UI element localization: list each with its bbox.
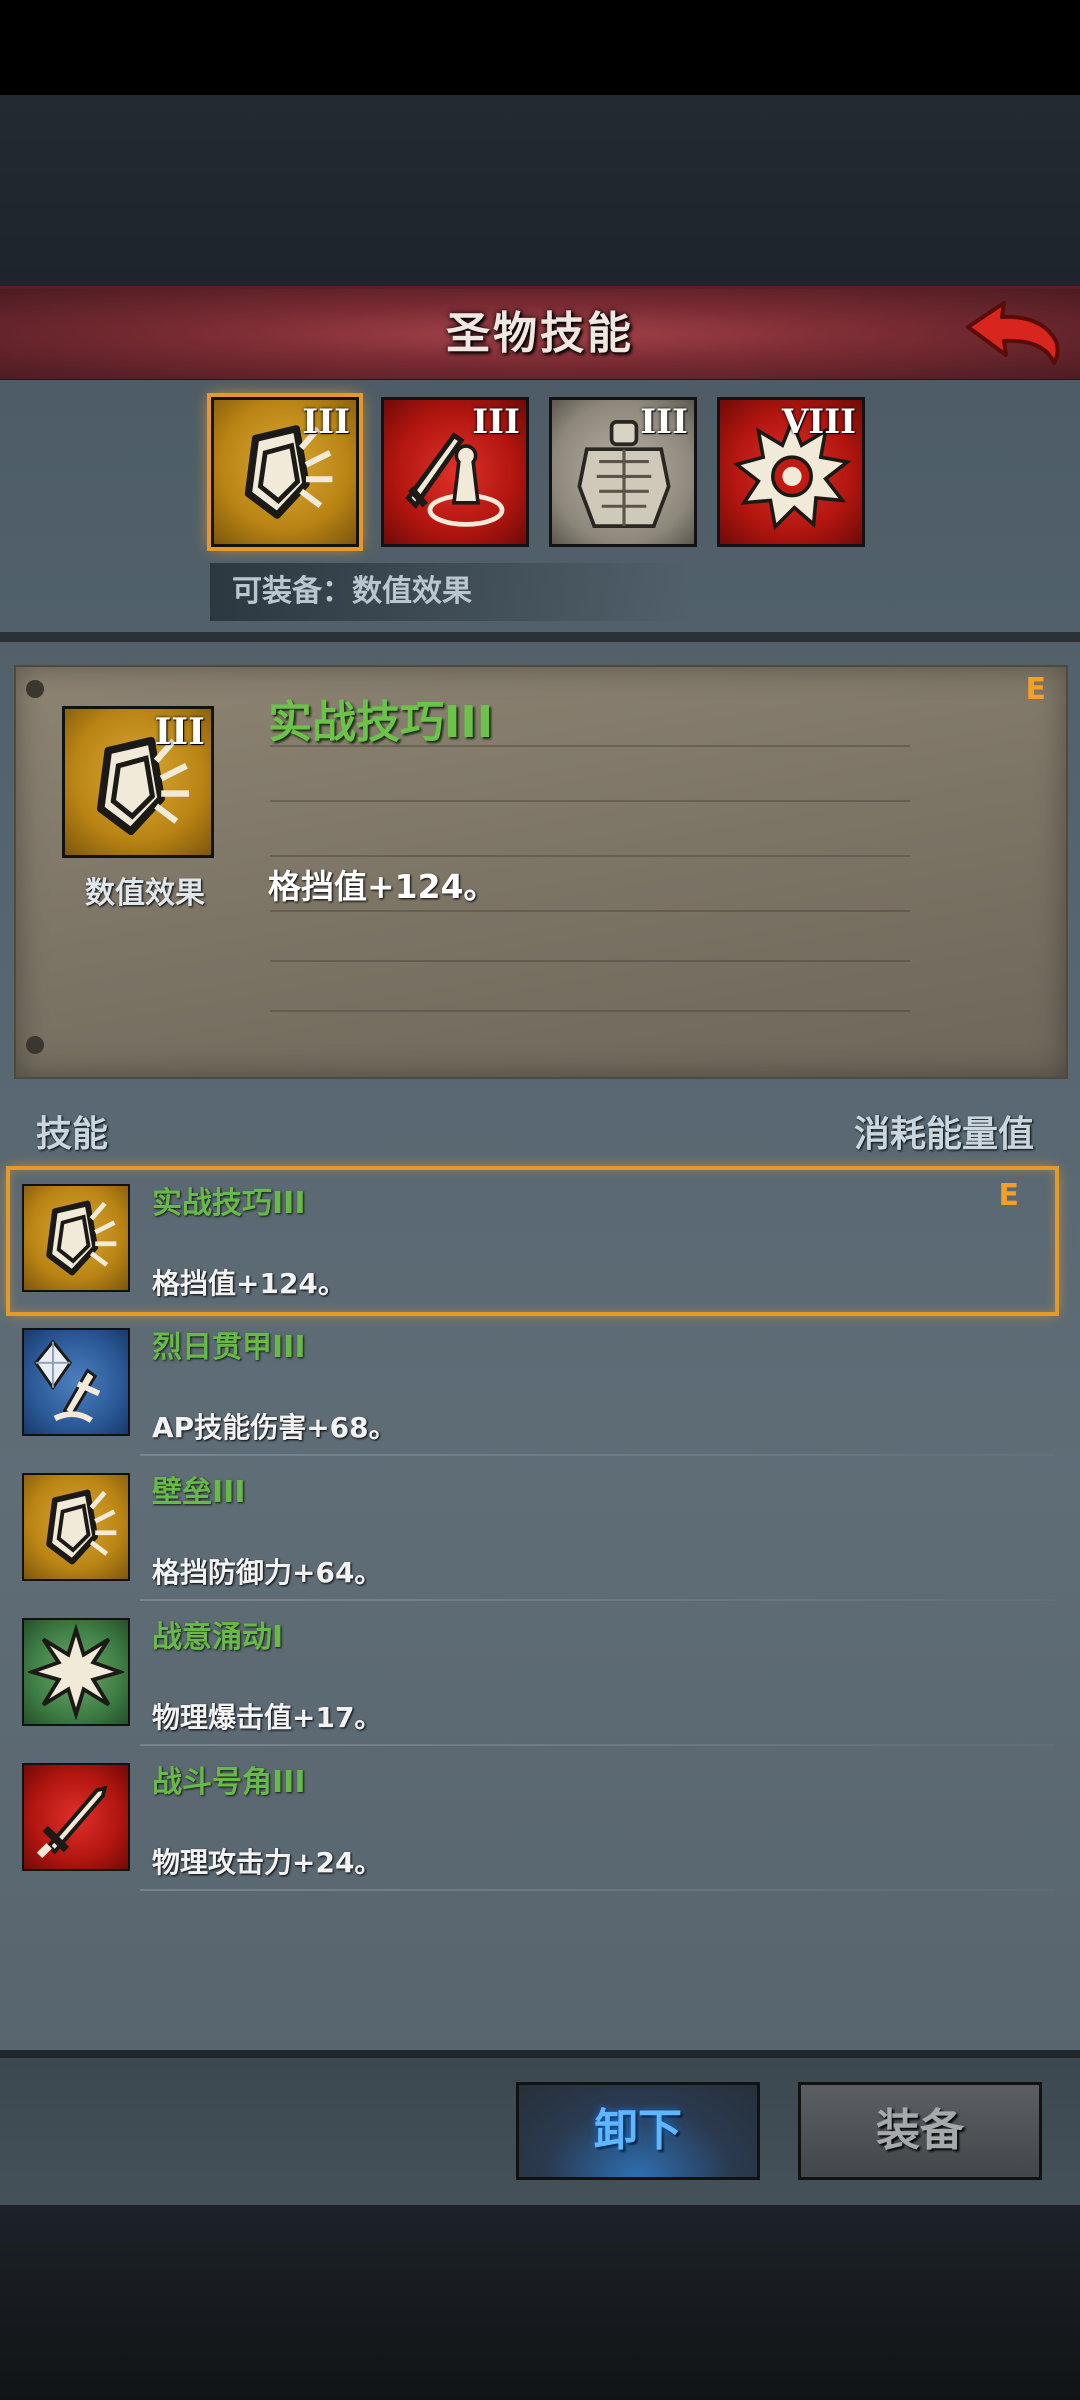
row-divider: [140, 1744, 1055, 1746]
row-divider: [140, 1454, 1055, 1456]
burst-star-icon: [28, 1624, 124, 1720]
skill-icon: [22, 1618, 130, 1726]
skill-row-5[interactable]: 战斗号角III 物理攻击力+24。: [10, 1749, 1055, 1891]
skill-icon: [22, 1473, 130, 1581]
skill-name: 烈日贯甲III: [152, 1330, 306, 1365]
equip-type-label: 可装备：数值效果: [232, 574, 472, 609]
skill-desc: 格挡防御力+64。: [152, 1556, 383, 1589]
equip-button[interactable]: 装备: [798, 2082, 1042, 2180]
relic-tab-level: III: [640, 402, 688, 442]
card-rule: [270, 1010, 910, 1012]
skill-icon: [22, 1328, 130, 1436]
skill-desc: 物理爆击值+17。: [152, 1701, 383, 1734]
shield-fracture-icon: [28, 1190, 124, 1286]
skill-row-2[interactable]: 烈日贯甲III AP技能伤害+68。: [10, 1314, 1055, 1456]
skill-name: 战斗号角III: [152, 1765, 306, 1800]
skill-desc: 格挡值+124。: [152, 1267, 346, 1300]
skill-name: 实战技巧III: [152, 1186, 306, 1221]
skill-grade: E: [998, 1178, 1020, 1213]
sword-icon: [28, 1769, 124, 1865]
page-title: 圣物技能: [446, 308, 634, 359]
card-rule: [270, 910, 910, 912]
detail-skill-type: 数值效果: [85, 876, 205, 911]
skill-row-4[interactable]: 战意涌动I 物理爆击值+17。: [10, 1604, 1055, 1746]
divider: [0, 632, 1080, 642]
unequip-button[interactable]: 卸下: [516, 2082, 760, 2180]
skill-desc: 物理攻击力+24。: [152, 1846, 383, 1879]
skill-icon: [22, 1763, 130, 1871]
header-backdrop: [0, 95, 1080, 290]
relic-tab-level: III: [472, 402, 520, 442]
card-rivet: [26, 1036, 44, 1054]
detail-skill-level: III: [154, 711, 205, 753]
relic-tab-3[interactable]: III: [549, 397, 697, 547]
skill-name: 壁垒III: [152, 1475, 246, 1510]
detail-skill-grade: E: [1025, 672, 1047, 707]
back-arrow-icon: [966, 301, 1060, 365]
crystal-sword-icon: [28, 1334, 124, 1430]
title-banner: 圣物技能: [0, 286, 1080, 383]
skill-desc: AP技能伤害+68。: [152, 1411, 397, 1444]
back-button[interactable]: [962, 297, 1062, 371]
relic-tab-level: VIII: [781, 402, 856, 442]
row-divider: [140, 1599, 1055, 1601]
row-divider: [140, 1889, 1055, 1891]
skill-row-1[interactable]: 实战技巧III 格挡值+124。 E: [6, 1166, 1059, 1316]
relic-tab-4[interactable]: VIII: [717, 397, 865, 547]
skill-icon: [22, 1184, 130, 1292]
skill-name: 战意涌动I: [152, 1620, 284, 1655]
relic-tab-level: III: [302, 402, 350, 442]
relic-tab-2[interactable]: III: [381, 397, 529, 547]
detail-skill-name: 实战技巧III: [268, 697, 494, 748]
skill-row-3[interactable]: 壁垒III 格挡防御力+64。: [10, 1459, 1055, 1601]
list-header-skill: 技能: [36, 1114, 109, 1155]
card-rule: [270, 800, 910, 802]
card-rivet: [26, 680, 44, 698]
status-bar: [0, 0, 1080, 95]
detail-skill-icon: III: [62, 706, 214, 858]
shield-fracture-icon: [28, 1479, 124, 1575]
relic-tab-1[interactable]: III: [207, 393, 363, 551]
bottom-backdrop: [0, 2205, 1080, 2400]
card-rule: [270, 855, 910, 857]
card-rule: [270, 960, 910, 962]
list-header-cost: 消耗能量值: [853, 1114, 1034, 1155]
detail-skill-effect: 格挡值+124。: [268, 867, 497, 906]
